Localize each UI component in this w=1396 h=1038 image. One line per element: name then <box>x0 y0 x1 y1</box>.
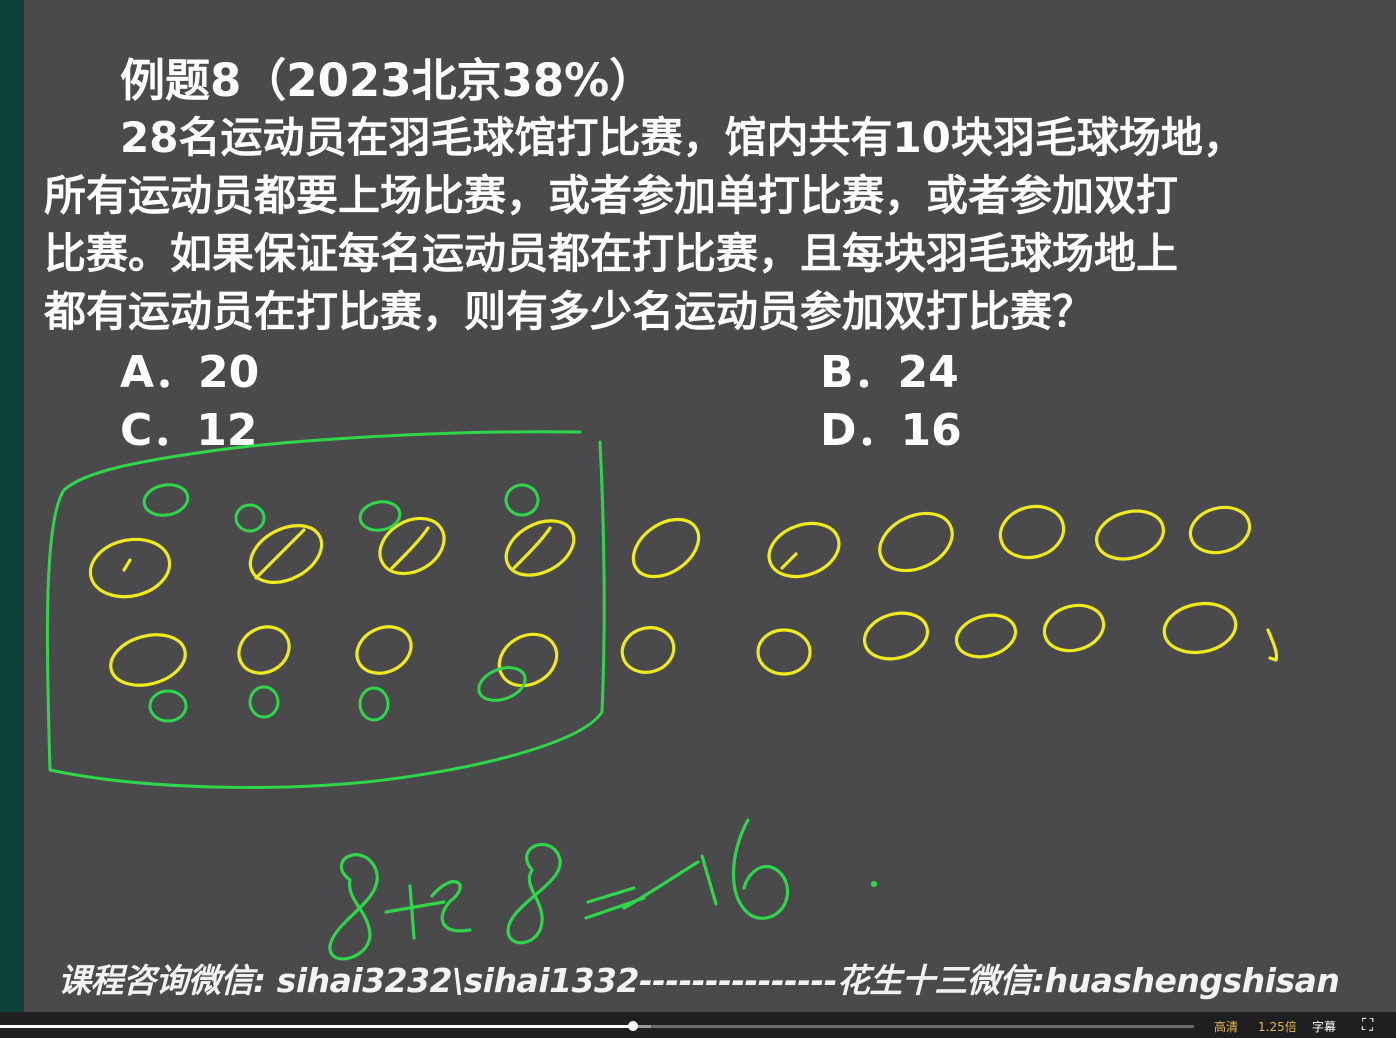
yellow-oval <box>620 626 676 674</box>
yellow-oval <box>631 517 701 579</box>
yellow-oval <box>109 633 187 687</box>
yellow-oval <box>1095 509 1165 561</box>
yellow-oval <box>756 628 812 676</box>
yellow-oval <box>355 625 413 675</box>
yellow-oval <box>248 524 324 584</box>
green-oval <box>504 483 540 517</box>
yellow-oval <box>954 613 1018 659</box>
progress-handle[interactable] <box>627 1021 638 1031</box>
yellow-ovals-row2-box <box>109 625 559 688</box>
fullscreen-icon[interactable]: ⛶ <box>1362 1015 1373 1035</box>
video-slide[interactable]: 例题8（2023北京38%） 28名运动员在羽毛球馆打比赛，馆内共有10块羽毛球… <box>24 0 1396 1012</box>
yellow-oval <box>88 537 172 599</box>
green-oval <box>234 503 266 533</box>
yellow-oval <box>1042 603 1106 653</box>
progress-played <box>0 1025 633 1028</box>
yellow-oval <box>237 625 291 675</box>
subtitle-button[interactable]: 字幕 <box>1312 1018 1336 1035</box>
yellow-oval <box>1162 601 1238 655</box>
progress-track[interactable] <box>0 1021 1194 1031</box>
yellow-ovals-row1-outside <box>631 504 1252 579</box>
green-oval <box>148 689 188 723</box>
green-oval <box>477 666 527 702</box>
yellow-oval <box>998 504 1066 560</box>
quality-button[interactable]: 高清 <box>1214 1018 1238 1035</box>
yellow-oval <box>497 632 559 688</box>
yellow-oval <box>862 611 930 661</box>
yellow-oval <box>504 519 576 577</box>
green-oval <box>248 685 280 719</box>
yellow-oval <box>767 521 841 579</box>
contact-footer: 课程咨询微信: sihai3232\sihai1332-------------… <box>58 961 1340 1000</box>
yellow-oval <box>878 511 954 573</box>
speed-button[interactable]: 1.25倍 <box>1258 1018 1297 1035</box>
handwritten-equation <box>328 818 878 961</box>
handwriting-annotations <box>45 430 1279 961</box>
yellow-ovals-row2-outside <box>620 601 1279 676</box>
green-oval <box>142 483 190 517</box>
green-oval <box>358 686 390 722</box>
yellow-oval <box>1188 505 1252 555</box>
yellow-ovals-row1-box <box>88 516 576 599</box>
left-accent-bar <box>0 0 24 1012</box>
green-ovals <box>142 483 540 723</box>
video-player-controls: 高清 1.25倍 字幕 ⛶ <box>0 1012 1396 1038</box>
